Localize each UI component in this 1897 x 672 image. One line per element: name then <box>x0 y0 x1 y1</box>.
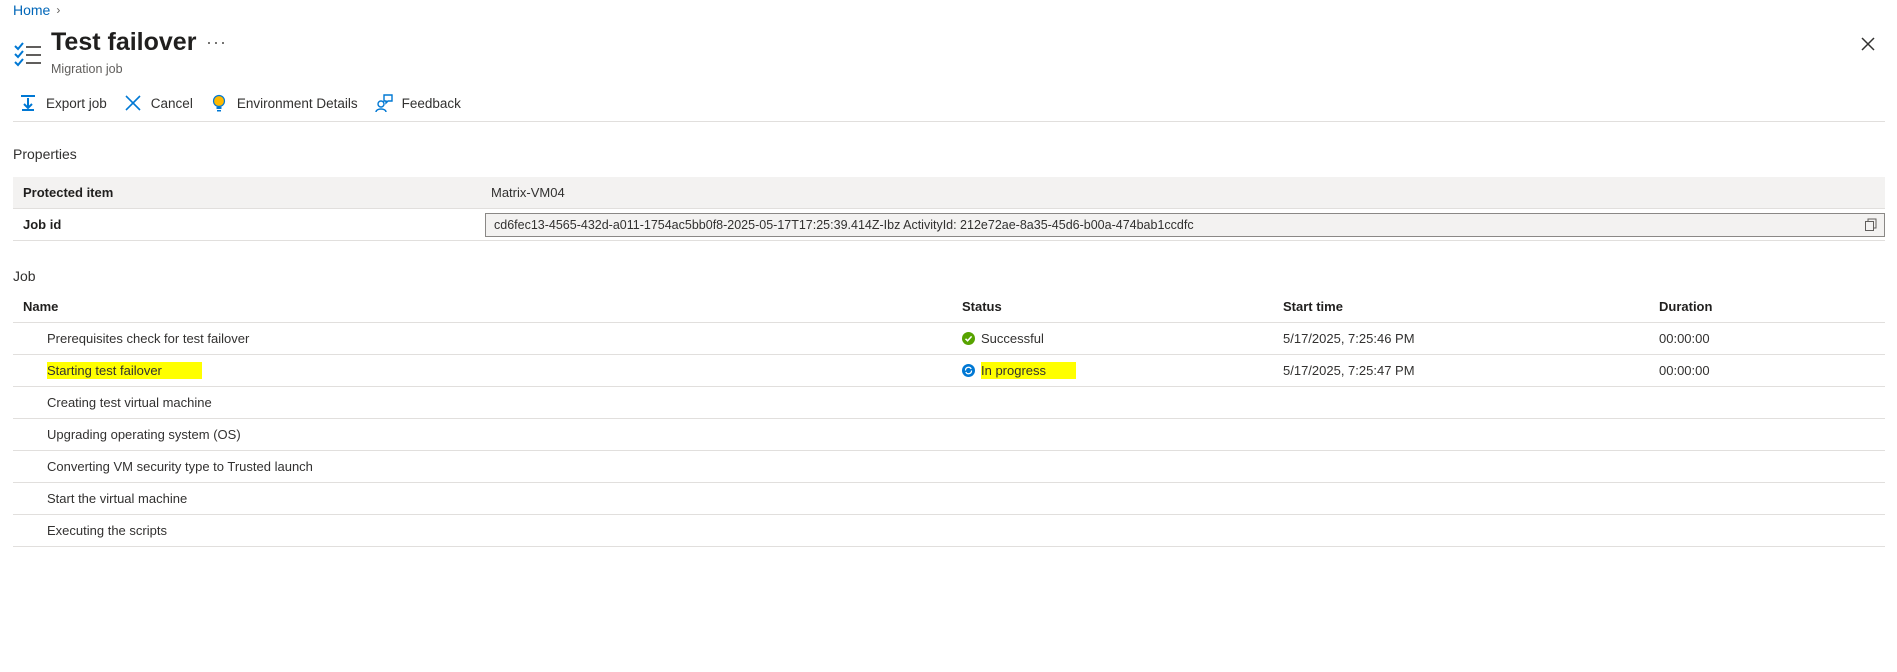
table-row: Start the virtual machine <box>13 482 1885 515</box>
job-steps-table: Name Status Start time Duration Prerequi… <box>13 290 1885 547</box>
step-status-cell <box>962 482 1283 515</box>
column-header-duration[interactable]: Duration <box>1659 290 1885 323</box>
table-row: Prerequisites check for test failover Su… <box>13 322 1885 355</box>
properties-heading: Properties <box>13 146 77 162</box>
page-subtitle: Migration job <box>51 62 123 76</box>
breadcrumb-home-link[interactable]: Home <box>13 2 50 18</box>
step-duration <box>1659 386 1885 419</box>
property-row-job-id: Job id cd6fec13-4565-432d-a011-1754ac5bb… <box>13 209 1885 241</box>
job-id-cell: cd6fec13-4565-432d-a011-1754ac5bb0f8-202… <box>485 212 1885 237</box>
step-duration <box>1659 514 1885 547</box>
step-duration <box>1659 450 1885 483</box>
step-name: Creating test virtual machine <box>47 395 212 410</box>
job-id-value: cd6fec13-4565-432d-a011-1754ac5bb0f8-202… <box>494 217 1194 232</box>
chevron-right-icon: › <box>56 3 61 17</box>
step-status-cell <box>962 450 1283 483</box>
step-duration: 00:00:00 <box>1659 354 1885 387</box>
job-id-label: Job id <box>23 217 62 232</box>
step-name: Converting VM security type to Trusted l… <box>47 459 313 474</box>
step-status-cell: Successful <box>962 322 1283 355</box>
step-start-time <box>1283 386 1659 419</box>
status-successful: Successful <box>962 331 1283 346</box>
export-job-label: Export job <box>46 95 107 111</box>
step-status-cell <box>962 514 1283 547</box>
in-progress-sync-icon <box>962 364 975 377</box>
cancel-button[interactable]: Cancel <box>123 93 193 113</box>
step-duration <box>1659 482 1885 515</box>
command-bar: Export job Cancel Environment Details Fe… <box>18 93 477 113</box>
step-name: Start the virtual machine <box>47 491 188 506</box>
success-check-icon <box>962 332 975 345</box>
status-text: In progress <box>981 362 1077 379</box>
status-in-progress: In progress <box>962 362 1283 379</box>
table-row: Executing the scripts <box>13 514 1885 547</box>
more-options-button[interactable]: ··· <box>206 32 227 53</box>
step-start-time <box>1283 514 1659 547</box>
job-checklist-icon <box>14 42 41 67</box>
table-header-row: Name Status Start time Duration <box>13 290 1885 323</box>
lightbulb-icon <box>212 94 225 112</box>
column-header-status[interactable]: Status <box>962 290 1283 323</box>
page-title: Test failover <box>51 28 197 56</box>
toolbar-divider <box>13 121 1885 122</box>
feedback-button[interactable]: Feedback <box>374 93 461 113</box>
step-duration: 00:00:00 <box>1659 322 1885 355</box>
cancel-label: Cancel <box>150 95 193 111</box>
table-row: Upgrading operating system (OS) <box>13 418 1885 451</box>
step-name: Upgrading operating system (OS) <box>47 427 241 442</box>
environment-details-button[interactable]: Environment Details <box>209 93 358 113</box>
step-name-cell: Start the virtual machine <box>13 482 962 515</box>
property-row-protected-item: Protected item Matrix-VM04 <box>13 177 1885 209</box>
breadcrumb: Home › <box>13 2 60 18</box>
environment-details-label: Environment Details <box>236 95 358 111</box>
step-name-cell: Converting VM security type to Trusted l… <box>13 450 962 483</box>
feedback-person-icon <box>374 94 393 113</box>
table-row: Creating test virtual machine <box>13 386 1885 419</box>
close-icon[interactable] <box>1858 34 1878 54</box>
step-name-cell: Prerequisites check for test failover <box>13 322 962 355</box>
download-icon <box>21 95 35 111</box>
step-start-time <box>1283 418 1659 451</box>
job-heading: Job <box>13 268 36 284</box>
step-status-cell: In progress <box>962 354 1283 387</box>
cancel-x-icon <box>125 95 141 111</box>
step-name-cell: Upgrading operating system (OS) <box>13 418 962 451</box>
step-name-wrapper: Starting test failover <box>23 362 202 379</box>
step-start-time: 5/17/2025, 7:25:47 PM <box>1283 354 1659 387</box>
step-name: Starting test failover <box>47 362 202 379</box>
properties-grid: Protected item Matrix-VM04 Job id cd6fec… <box>13 177 1885 241</box>
step-status-cell <box>962 418 1283 451</box>
column-header-start-time[interactable]: Start time <box>1283 290 1659 323</box>
step-name-cell: Executing the scripts <box>13 514 962 547</box>
step-start-time <box>1283 482 1659 515</box>
step-name: Prerequisites check for test failover <box>47 331 250 346</box>
protected-item-value: Matrix-VM04 <box>491 185 565 200</box>
step-name-cell: Creating test virtual machine <box>13 386 962 419</box>
status-text: Successful <box>981 331 1044 346</box>
protected-item-label: Protected item <box>23 185 114 200</box>
step-duration <box>1659 418 1885 451</box>
table-row: Starting test failover In progress 5/17/… <box>13 354 1885 387</box>
step-start-time: 5/17/2025, 7:25:46 PM <box>1283 322 1659 355</box>
copy-icon[interactable] <box>1864 218 1878 232</box>
step-status-cell <box>962 386 1283 419</box>
step-start-time <box>1283 450 1659 483</box>
feedback-label: Feedback <box>401 95 461 111</box>
step-name-cell: Starting test failover <box>13 354 962 387</box>
job-id-field[interactable]: cd6fec13-4565-432d-a011-1754ac5bb0f8-202… <box>485 212 1885 237</box>
table-row: Converting VM security type to Trusted l… <box>13 450 1885 483</box>
step-name: Executing the scripts <box>47 523 167 538</box>
column-header-name[interactable]: Name <box>13 290 962 323</box>
export-job-button[interactable]: Export job <box>18 93 107 113</box>
